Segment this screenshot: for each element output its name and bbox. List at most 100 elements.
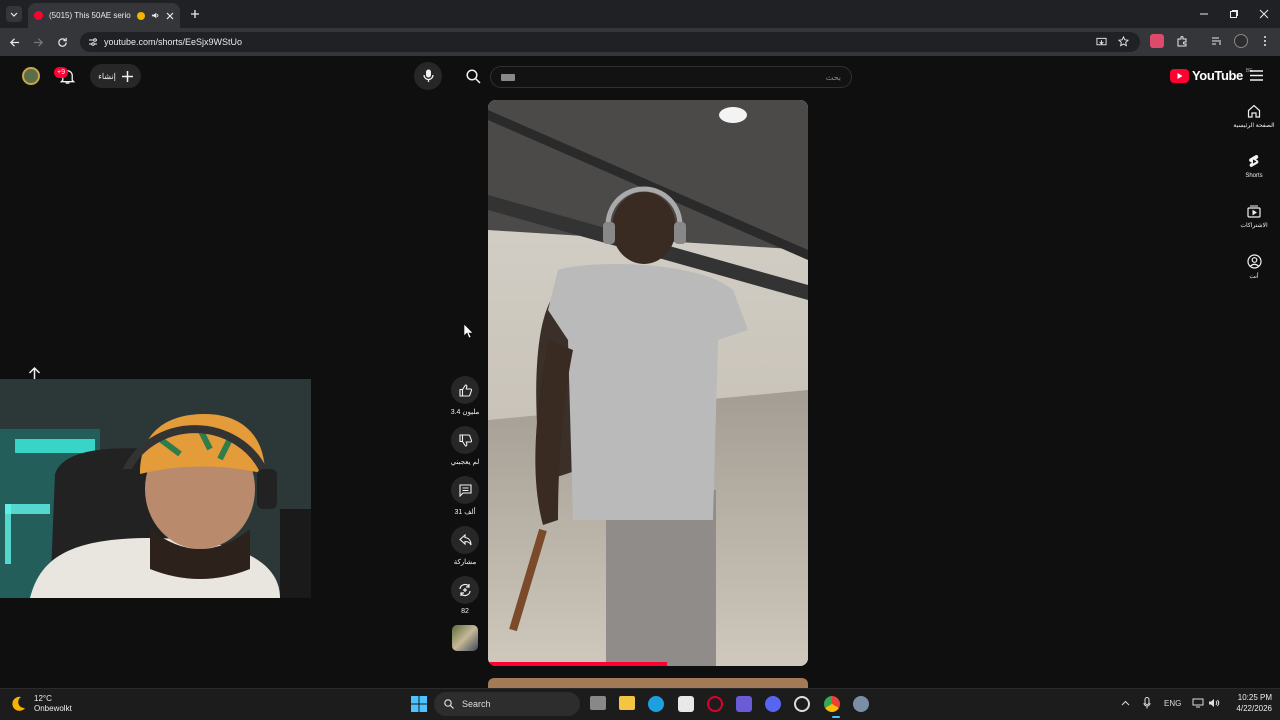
clock-time: 10:25 PM [1237, 693, 1272, 702]
extension-instagram-icon[interactable] [1150, 34, 1164, 48]
address-bar[interactable]: youtube.com/shorts/EeSjx9WStUo [80, 32, 1140, 52]
search-placeholder: بحث [825, 72, 841, 82]
moon-weather-icon [12, 696, 25, 711]
weather-temp: 12°C [34, 694, 52, 703]
browser-tab-active[interactable]: (5015) This 50AE serious [28, 3, 180, 28]
comments-action: 31 ألف [446, 476, 484, 516]
sound-thumbnail[interactable] [452, 625, 478, 651]
site-info-icon[interactable] [88, 37, 98, 47]
extensions-puzzle-icon[interactable] [1176, 35, 1188, 47]
profile-avatar-icon[interactable] [1234, 34, 1248, 48]
chevron-up-icon[interactable] [1121, 700, 1130, 706]
webcam-overlay [0, 379, 311, 598]
close-window-icon[interactable] [1259, 9, 1269, 19]
taskbar-search-label: Search [462, 699, 491, 709]
next-short-preview[interactable] [488, 678, 808, 688]
weather-desc: Onbewolkt [34, 704, 72, 713]
shorts-video-player[interactable] [488, 100, 808, 666]
webcam-frame [0, 379, 311, 598]
minimize-icon[interactable] [1199, 9, 1209, 19]
like-button[interactable] [451, 376, 479, 404]
dislike-button[interactable] [451, 426, 479, 454]
opera-icon[interactable] [707, 696, 723, 712]
microphone-tray-icon[interactable] [1143, 697, 1151, 709]
mouse-cursor-icon [464, 324, 473, 338]
windows-start-icon[interactable] [411, 696, 427, 712]
language-indicator[interactable]: ENG [1164, 699, 1181, 708]
dislike-action: لم يعجبني [446, 426, 484, 466]
progress-fill [488, 662, 668, 666]
hamburger-menu-icon[interactable] [1250, 70, 1263, 81]
speaker-icon[interactable] [151, 11, 160, 20]
network-icon[interactable] [1192, 698, 1204, 708]
thumbs-down-icon [458, 433, 472, 447]
search-icon [465, 68, 481, 84]
remix-button[interactable] [451, 576, 479, 604]
guide-rail: الصفحة الرئيسية Shorts الاشتراكات أنت [1228, 104, 1280, 304]
like-count: 3.4 مليون [450, 409, 480, 416]
youtube-logo[interactable]: YouTube BE [1170, 68, 1253, 83]
share-button[interactable] [451, 526, 479, 554]
rail-item-home[interactable]: الصفحة الرئيسية [1228, 104, 1280, 154]
new-tab-icon[interactable] [190, 9, 200, 19]
settings-app-icon[interactable] [794, 696, 810, 712]
chrome-icon[interactable] [824, 696, 840, 712]
restore-icon[interactable] [1229, 9, 1239, 19]
search-input[interactable]: بحث [490, 66, 852, 88]
video-frame [488, 100, 808, 666]
keyboard-icon[interactable] [501, 74, 515, 81]
comments-count: 31 ألف [454, 509, 476, 516]
rail-item-you[interactable]: أنت [1228, 254, 1280, 304]
volume-icon[interactable] [1208, 698, 1220, 708]
remix-action: 82 [446, 576, 484, 615]
chevron-down-icon [10, 12, 18, 17]
install-app-icon[interactable] [1096, 37, 1107, 47]
reload-icon[interactable] [57, 37, 68, 48]
media-control-icon[interactable] [1211, 35, 1223, 47]
search-button[interactable] [458, 62, 488, 90]
file-explorer-icon[interactable] [619, 696, 635, 710]
youtube-play-logo-icon [1170, 68, 1189, 83]
bookmark-star-icon[interactable] [1118, 36, 1129, 47]
back-arrow-icon[interactable] [9, 37, 20, 48]
taskbar-search[interactable]: Search [434, 692, 580, 716]
task-view-icon[interactable] [590, 696, 606, 710]
rail-label-subscriptions: الاشتراكات [1240, 223, 1268, 229]
rail-label-home: الصفحة الرئيسية [1233, 123, 1275, 129]
subscriptions-icon [1247, 205, 1261, 218]
discord-icon[interactable] [765, 696, 781, 712]
rail-item-shorts[interactable]: Shorts [1228, 154, 1280, 204]
share-arrow-icon [458, 534, 472, 546]
rail-label-you: أنت [1249, 274, 1259, 280]
edge-browser-icon[interactable] [648, 696, 664, 712]
url-text: youtube.com/shorts/EeSjx9WStUo [104, 37, 243, 47]
clock-date: 4/22/2026 [1236, 704, 1272, 713]
microphone-icon [422, 69, 434, 82]
clock[interactable]: 10:25 PM 4/22/2026 [1226, 692, 1272, 714]
plus-icon [121, 70, 133, 82]
account-avatar[interactable] [22, 67, 40, 85]
youtube-favicon-icon [34, 11, 43, 20]
rail-label-shorts: Shorts [1245, 173, 1263, 179]
create-label: إنشاء [98, 71, 116, 81]
close-tab-icon[interactable] [166, 12, 174, 20]
comment-icon [458, 483, 472, 497]
weather-widget[interactable]: 12°C Onbewolkt [10, 694, 72, 714]
like-action: 3.4 مليون [446, 376, 484, 416]
rail-item-subscriptions[interactable]: الاشتراكات [1228, 204, 1280, 254]
windows-taskbar [0, 688, 1280, 720]
thumbs-up-icon [458, 383, 472, 397]
voice-search-button[interactable] [414, 62, 442, 90]
shorts-icon [1249, 154, 1259, 167]
store-icon[interactable] [678, 696, 694, 712]
forward-arrow-icon[interactable] [33, 37, 44, 48]
comments-button[interactable] [451, 476, 479, 504]
notifications-badge: +9 [54, 67, 68, 78]
arrow-up-icon[interactable] [28, 366, 41, 380]
create-button[interactable]: إنشاء [90, 64, 141, 88]
app-icon[interactable] [736, 696, 752, 712]
tab-search-button[interactable] [6, 6, 22, 22]
gear-app-icon[interactable] [853, 696, 869, 712]
account-circle-icon [1246, 254, 1262, 269]
menu-kebab-icon[interactable] [1262, 35, 1268, 47]
